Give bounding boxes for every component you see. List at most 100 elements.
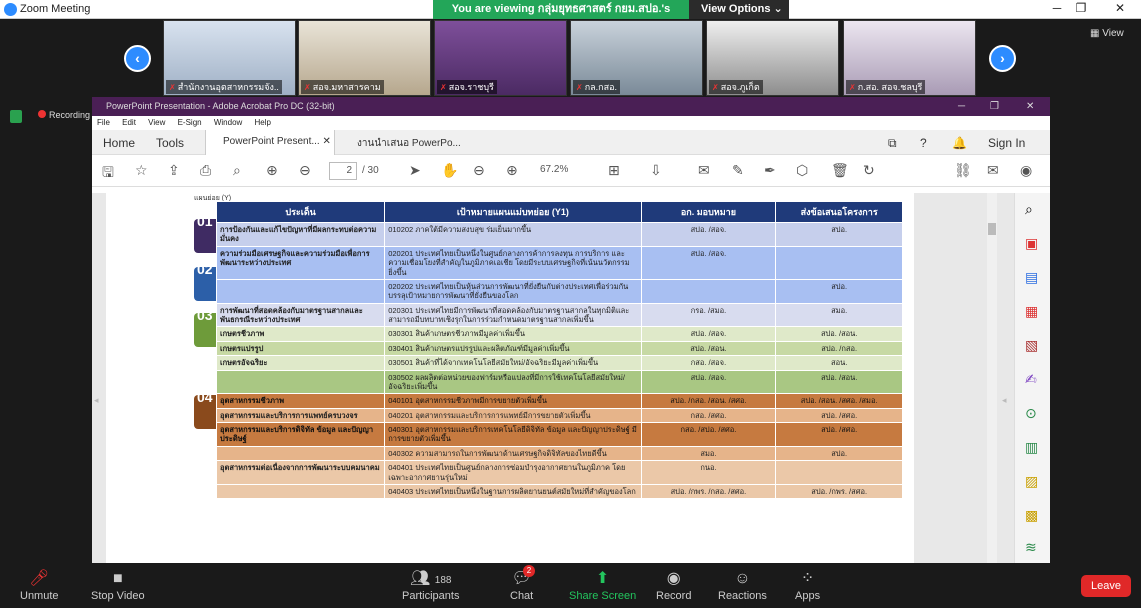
record-icon: ◉ bbox=[666, 570, 681, 587]
participant-tile[interactable]: ✗ สอจ.ภูเก็ต bbox=[706, 20, 839, 96]
participant-tile[interactable]: ✗ สำนักงานอุตสาหกรรมจัง.. bbox=[163, 20, 296, 96]
help-icon[interactable]: ? bbox=[920, 136, 927, 150]
cursor-icon[interactable]: ➤ bbox=[409, 162, 421, 179]
maximize-icon[interactable]: ❐ bbox=[1066, 1, 1096, 15]
comment-panel-icon[interactable]: ▩ bbox=[1025, 507, 1038, 524]
issue-cell: อุตสาหกรรมต่อเนื่องจากการพัฒนาระบบคมนาคม bbox=[215, 460, 386, 485]
menu-esign[interactable]: E-Sign bbox=[178, 118, 202, 127]
next-arrow-icon[interactable]: › bbox=[989, 45, 1016, 72]
save-icon[interactable]: 🖫 bbox=[102, 162, 114, 186]
stamp-icon[interactable]: ⬡ bbox=[796, 162, 808, 179]
create-pdf-icon[interactable]: ▣ bbox=[1025, 235, 1038, 252]
assign-cell: กสอ. /สปอ. /สศอ. bbox=[640, 422, 777, 447]
unmute-button[interactable]: 🎤︎ Unmute bbox=[20, 568, 59, 602]
propose-cell: สอน. bbox=[775, 355, 903, 371]
participant-tile[interactable]: ✗ ก.สอ. สอจ.ชลบุรี bbox=[843, 20, 976, 96]
bell-icon[interactable]: 🔔 bbox=[952, 136, 967, 150]
zoom-in-icon[interactable]: ⊕ bbox=[506, 162, 518, 179]
close-icon[interactable]: ✕ bbox=[1026, 97, 1034, 116]
scroll-mode-icon[interactable]: ⇩ bbox=[650, 162, 662, 179]
zoom-out-icon[interactable]: ⊖ bbox=[473, 162, 485, 179]
zoom-icon[interactable]: ⌕ bbox=[1025, 201, 1033, 218]
participant-tile[interactable]: ✗ สอจ.มหาสารคาม bbox=[298, 20, 431, 96]
tools-tab[interactable]: Tools bbox=[156, 136, 184, 150]
page-down-icon[interactable]: ⊖ bbox=[299, 162, 311, 179]
reactions-button[interactable]: ☺ Reactions bbox=[718, 568, 767, 602]
viewing-banner: You are viewing กลุ่มยุทธศาสตร์ กยม.สปอ.… bbox=[433, 0, 689, 34]
restore-icon[interactable]: ❐ bbox=[990, 97, 999, 116]
table-row: การพัฒนาที่สอดคล้องกับมาตรฐานสากลและพันธ… bbox=[215, 302, 903, 328]
star-icon[interactable]: ☆ bbox=[135, 162, 148, 179]
vertical-scrollbar[interactable] bbox=[987, 193, 997, 563]
search-icon[interactable]: ⌕ bbox=[233, 162, 241, 179]
fill-sign-icon[interactable]: ✍ bbox=[1025, 371, 1037, 388]
menu-file[interactable]: File bbox=[97, 118, 110, 127]
highlight-icon[interactable]: ✎ bbox=[732, 162, 744, 179]
prev-arrow-icon[interactable]: ‹ bbox=[124, 45, 151, 72]
banner-name: กลุ่มยุทธศาสตร์ กยม.สปอ. bbox=[537, 3, 662, 15]
mail-icon[interactable]: ✉ bbox=[987, 162, 999, 179]
draw-icon[interactable]: ✒ bbox=[764, 162, 776, 179]
table-row: การป้องกันและแก้ไขปัญหาที่มีผลกระทบต่อคว… bbox=[215, 222, 903, 247]
account-icon[interactable]: ◉ bbox=[1020, 162, 1032, 179]
page-number-input[interactable]: 2 bbox=[329, 162, 357, 180]
participant-tile[interactable]: ✗ กล.กสอ. bbox=[570, 20, 703, 96]
rotate-icon[interactable]: ↻ bbox=[863, 162, 875, 179]
apps-icon: ⁘ bbox=[800, 570, 815, 587]
print-icon[interactable]: ⎙ bbox=[200, 162, 211, 179]
table-row: อุตสาหกรรมและบริการดิจิทัล ข้อมูล และปัญ… bbox=[215, 422, 903, 447]
collapse-left-icon[interactable]: ◂ bbox=[94, 395, 99, 406]
leave-button[interactable]: Leave bbox=[1081, 575, 1131, 597]
close-tab-icon[interactable]: ✕ bbox=[323, 136, 331, 147]
organize-icon[interactable]: ▦ bbox=[1025, 303, 1038, 320]
protect-icon[interactable]: ⊙ bbox=[1025, 405, 1037, 422]
share-screen-button[interactable]: ⬆ Share Screen bbox=[569, 568, 636, 602]
more-tools-icon[interactable]: ≋ bbox=[1025, 539, 1037, 556]
minimize-icon[interactable]: ─ bbox=[958, 97, 965, 116]
table-row: อุตสาหกรรมชีวภาพ 040101 อุตสาหกรรมชีวภาพม… bbox=[215, 393, 903, 409]
participants-button[interactable]: 👥︎ 188 Participants bbox=[402, 568, 459, 602]
propose-cell: สปอ. /สศอ. bbox=[775, 407, 903, 424]
propose-cell: สปอ. /สศอ. bbox=[775, 422, 903, 447]
comment-icon[interactable]: ✉ bbox=[698, 162, 710, 179]
view-options-button[interactable]: View Options ⌄ bbox=[689, 0, 789, 19]
delete-icon[interactable]: 🗑 bbox=[831, 162, 849, 179]
propose-cell: สปอ. /สอน. /สศอ. /สมอ. bbox=[775, 393, 903, 409]
upload-icon[interactable]: ⇪ bbox=[168, 162, 180, 179]
menu-window[interactable]: Window bbox=[214, 118, 242, 127]
share-icon[interactable]: ⧉ bbox=[888, 136, 897, 151]
participant-tile[interactable]: ✗ สอจ.ราชบุรี bbox=[434, 20, 567, 96]
close-icon[interactable]: ✕ bbox=[1105, 1, 1135, 15]
page-up-icon[interactable]: ⊕ bbox=[266, 162, 278, 179]
collapse-right-icon[interactable]: ◂ bbox=[1002, 395, 1007, 406]
record-button[interactable]: ◉ Record bbox=[656, 568, 691, 602]
acrobat-toolbar: 🖫 ☆ ⇪ ⎙ ⌕ ⊕ ⊖ 2 / 30 ➤ ✋ ⊖ ⊕ 67.2% ⊞ ⇩ ✉… bbox=[92, 155, 1050, 187]
scan-icon[interactable]: ▨ bbox=[1025, 473, 1038, 490]
table-row: 020202 ประเทศไทยเป็นหุ้นส่วนการพัฒนาที่ย… bbox=[215, 278, 903, 304]
propose-cell: สปอ. bbox=[775, 222, 903, 247]
meeting-controls: 🎤︎ Unmute ■ Stop Video 👥︎ 188 Participants … bbox=[0, 563, 1141, 608]
assign-cell: สปอ. /สอน. bbox=[640, 340, 777, 357]
document-tab[interactable]: งานนำเสนอ PowerPo... bbox=[354, 130, 461, 155]
document-tab-active[interactable]: PowerPoint Present... ✕ bbox=[205, 130, 335, 155]
hand-icon[interactable]: ✋ bbox=[441, 162, 458, 179]
export-pdf-icon[interactable]: ▤ bbox=[1025, 269, 1038, 286]
home-tab[interactable]: Home bbox=[103, 136, 135, 150]
propose-cell bbox=[775, 245, 903, 280]
view-button[interactable]: ▦ View bbox=[1090, 28, 1124, 39]
edit-pdf-icon[interactable]: ▧ bbox=[1025, 337, 1038, 354]
issue-cell: การพัฒนาที่สอดคล้องกับมาตรฐานสากลและพันธ… bbox=[215, 302, 386, 328]
menu-help[interactable]: Help bbox=[255, 118, 271, 127]
menu-edit[interactable]: Edit bbox=[122, 118, 136, 127]
fit-page-icon[interactable]: ⊞ bbox=[608, 162, 620, 179]
apps-button[interactable]: ⁘ Apps bbox=[795, 568, 820, 602]
menu-view[interactable]: View bbox=[148, 118, 165, 127]
sign-in-link[interactable]: Sign In bbox=[988, 136, 1025, 150]
compress-icon[interactable]: ▥ bbox=[1025, 439, 1038, 456]
zoom-level[interactable]: 67.2% bbox=[540, 164, 568, 175]
stop-video-button[interactable]: ■ Stop Video bbox=[91, 568, 145, 602]
window-title: Zoom Meeting bbox=[20, 3, 91, 15]
link-icon[interactable]: ⛓ bbox=[954, 162, 972, 179]
scroll-thumb[interactable] bbox=[988, 223, 996, 235]
header-goal: เป้าหมายแผนแม่บทย่อย (Y1) bbox=[384, 201, 642, 223]
